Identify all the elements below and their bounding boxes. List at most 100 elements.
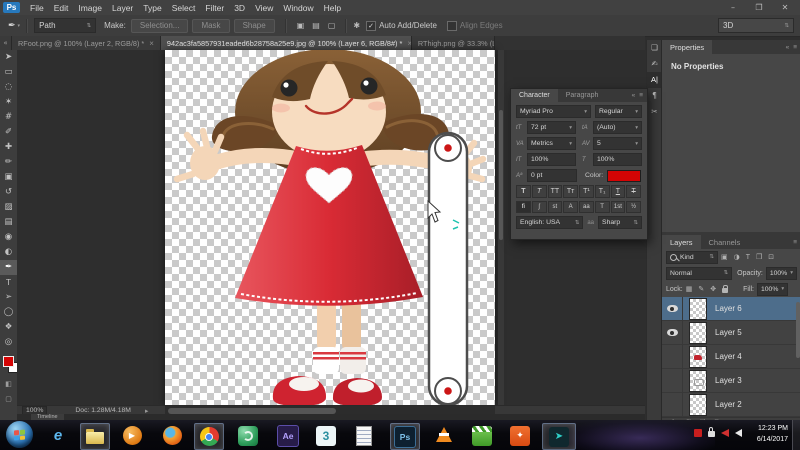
taskbar-internet-explorer[interactable]: e: [44, 423, 72, 448]
path-operations-icon[interactable]: ▣: [297, 21, 305, 30]
path-select-tool[interactable]: ➢: [0, 290, 17, 305]
close-button[interactable]: ✕: [776, 3, 794, 12]
layer-thumbnail[interactable]: [689, 321, 707, 344]
visibility-toggle[interactable]: [662, 297, 683, 320]
fill-field[interactable]: 100% ▾: [757, 282, 789, 296]
layer-thumbnail[interactable]: [689, 345, 707, 368]
make-shape-button[interactable]: Shape: [233, 18, 275, 33]
tab-layers[interactable]: Layers: [662, 235, 701, 249]
visibility-toggle[interactable]: [662, 369, 683, 392]
tool-mode-select[interactable]: Path ⇅: [34, 18, 97, 33]
layer-thumb[interactable]: [689, 393, 707, 416]
taskbar-orange-app[interactable]: ✦: [506, 423, 534, 448]
tab-rfoot[interactable]: RFoot.png @ 100% (Layer 2, RGB/8) * ×: [12, 36, 161, 50]
taskbar-screen-recorder[interactable]: ➤: [542, 423, 576, 450]
contextual-alternates-button[interactable]: ʃ: [531, 201, 547, 213]
document-canvas[interactable]: [165, 50, 495, 405]
lock-pixels-icon[interactable]: ✎: [698, 285, 704, 293]
tool-presets-panel-icon[interactable]: ✂: [647, 104, 662, 120]
filter-smart-objects-icon[interactable]: ⊡: [768, 253, 774, 261]
taskbar-green-app[interactable]: [234, 423, 262, 448]
menu-edit[interactable]: Edit: [54, 3, 69, 13]
filter-pixel-layers-icon[interactable]: ▣: [721, 253, 728, 261]
taskbar-3-app[interactable]: 3: [312, 423, 340, 448]
titling-alternates-button[interactable]: T: [594, 201, 610, 213]
layer-row-4[interactable]: Layer 4: [662, 345, 800, 369]
tray-lock-icon[interactable]: [708, 427, 715, 437]
crop-tool[interactable]: #: [0, 110, 17, 125]
character-panel-icon[interactable]: A|: [647, 72, 662, 88]
stylistic-alternates-button[interactable]: aa: [579, 201, 594, 213]
layer-thumbnail[interactable]: [689, 297, 707, 320]
collapse-panel-icon[interactable]: «: [786, 44, 790, 51]
taskbar-photoshop[interactable]: Ps: [390, 423, 420, 450]
eyedropper-tool[interactable]: ✐: [0, 125, 17, 140]
opacity-field[interactable]: 100% ▾: [765, 266, 797, 280]
tab-character[interactable]: Character: [511, 89, 558, 102]
restore-button[interactable]: ❐: [750, 3, 768, 12]
discretionary-ligatures-button[interactable]: st: [547, 201, 563, 213]
pen-tool[interactable]: ✒: [0, 260, 17, 275]
superscript-button[interactable]: T¹: [579, 185, 594, 198]
visibility-toggle[interactable]: [662, 393, 683, 416]
clone-source-panel-icon[interactable]: ✍: [647, 56, 662, 72]
menu-select[interactable]: Select: [172, 3, 196, 13]
tab-overflow-chevron-icon[interactable]: «: [0, 36, 12, 50]
marquee-tool[interactable]: ▭: [0, 65, 17, 80]
faux-bold-button[interactable]: T: [516, 185, 531, 198]
shape-tool[interactable]: ◯: [0, 305, 17, 320]
tab-rthigh[interactable]: RThigh.png @ 33.3% (Layer 0, RGB/8) *: [411, 36, 495, 50]
tray-app-icon[interactable]: [694, 428, 702, 437]
foreground-color-swatch[interactable]: [3, 356, 14, 367]
brush-tool[interactable]: ✏: [0, 155, 17, 170]
taskbar-file-explorer[interactable]: [80, 423, 110, 450]
taskbar-firefox[interactable]: [158, 423, 186, 448]
menu-image[interactable]: Image: [78, 3, 102, 13]
screen-mode-icon[interactable]: ▢: [0, 393, 17, 406]
menu-window[interactable]: Window: [283, 3, 313, 13]
path-arrangement-icon[interactable]: ▢: [328, 21, 336, 30]
layer-row-5[interactable]: Layer 5: [662, 321, 800, 345]
taskbar-video-editor[interactable]: [468, 423, 496, 448]
language-select[interactable]: English: USA ⇅: [516, 216, 584, 229]
menu-type[interactable]: Type: [143, 3, 161, 13]
panel-menu-icon[interactable]: ≡: [639, 92, 643, 99]
taskbar-notepad[interactable]: [350, 423, 378, 448]
ordinals-button[interactable]: 1st: [610, 201, 626, 213]
kerning-field[interactable]: Metrics ▾: [527, 137, 576, 150]
dodge-tool[interactable]: ◐: [0, 245, 17, 260]
quick-mask-icon[interactable]: ◧: [0, 378, 17, 391]
healing-brush-tool[interactable]: ✚: [0, 140, 17, 155]
faux-italic-button[interactable]: T: [531, 185, 547, 198]
ligatures-button[interactable]: fi: [516, 201, 531, 213]
leading-field[interactable]: (Auto) ▾: [593, 121, 642, 134]
tray-speaker-icon[interactable]: [735, 428, 742, 437]
panel-menu-icon[interactable]: ≡: [793, 44, 797, 51]
taskbar-chrome[interactable]: [194, 423, 224, 450]
workspace-select[interactable]: 3D ⇅: [718, 18, 794, 33]
taskbar-after-effects[interactable]: Ae: [274, 423, 302, 448]
visibility-toggle[interactable]: [662, 321, 683, 344]
taskbar-media-player[interactable]: ▶: [118, 423, 146, 448]
layer-row-3[interactable]: Layer 3: [662, 369, 800, 393]
tab-paragraph[interactable]: Paragraph: [558, 89, 607, 102]
lock-all-icon[interactable]: [722, 285, 729, 293]
layer-row-6[interactable]: Layer 6: [662, 297, 800, 321]
zoom-tool[interactable]: ◎: [0, 335, 17, 350]
filter-adjustment-layers-icon[interactable]: ◑: [734, 253, 740, 261]
vertical-scale-field[interactable]: 100%: [527, 153, 576, 166]
quick-select-tool[interactable]: ✶: [0, 95, 17, 110]
taskbar-vlc[interactable]: [430, 423, 458, 448]
small-caps-button[interactable]: Tт: [563, 185, 578, 198]
horizontal-scale-field[interactable]: 100%: [593, 153, 642, 166]
collapse-panel-icon[interactable]: «: [632, 92, 636, 99]
pen-tool-icon[interactable]: ✒: [8, 21, 16, 31]
hand-tool[interactable]: ❖: [0, 320, 17, 335]
font-family-select[interactable]: Myriad Pro ▾: [516, 105, 591, 118]
lock-transparency-icon[interactable]: ▦: [686, 285, 693, 293]
layer-row-2[interactable]: Layer 2: [662, 393, 800, 417]
all-caps-button[interactable]: TT: [547, 185, 563, 198]
swash-button[interactable]: A: [563, 201, 578, 213]
tab-properties[interactable]: Properties: [662, 40, 713, 54]
text-color-swatch[interactable]: [607, 169, 642, 182]
